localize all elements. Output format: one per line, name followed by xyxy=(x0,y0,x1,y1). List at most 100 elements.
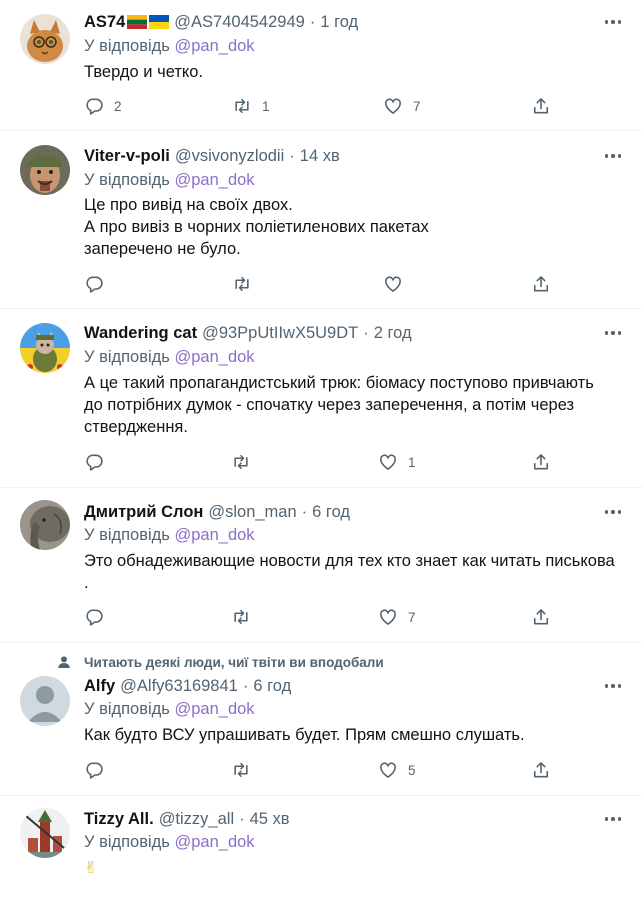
tweet[interactable]: Wandering cat @93PpUtIIwX5U9DT · 2 год У… xyxy=(0,309,643,488)
user-handle[interactable]: @slon_man xyxy=(208,503,296,522)
share-button[interactable] xyxy=(531,451,551,473)
retweet-icon xyxy=(234,762,248,778)
reply-icon xyxy=(86,454,103,471)
like-count: 1 xyxy=(408,454,416,470)
tweet-header: AS74 @AS7404542949 · 1 год xyxy=(84,11,358,33)
user-handle[interactable]: @93PpUtIIwX5U9DT xyxy=(202,324,358,343)
timestamp[interactable]: 14 хв xyxy=(300,147,340,166)
reply-button[interactable] xyxy=(84,451,114,473)
share-button[interactable] xyxy=(531,273,551,295)
share-button[interactable] xyxy=(531,606,551,628)
text-line: заперечено не було. xyxy=(84,240,241,258)
like-button[interactable]: 5 xyxy=(378,759,416,781)
reply-context: У відповідь @pan_dok xyxy=(84,833,255,852)
user-handle[interactable]: @tizzy_all xyxy=(159,810,234,829)
share-icon xyxy=(533,454,549,470)
retweet-icon xyxy=(235,276,249,292)
retweet-count: 1 xyxy=(262,98,270,114)
text-line: Твердо и четко. xyxy=(84,63,204,81)
reply-prefix: У відповідь xyxy=(84,37,170,55)
display-name[interactable]: Wandering cat xyxy=(84,324,197,343)
reply-button[interactable] xyxy=(84,606,114,628)
timestamp[interactable]: 45 хв xyxy=(250,810,290,829)
tweet[interactable]: Viter-v-poli @vsivonyzlodii · 14 хв У ві… xyxy=(0,131,643,309)
avatar[interactable] xyxy=(20,500,70,550)
reply-to-handle[interactable]: @pan_dok xyxy=(175,348,255,366)
share-icon xyxy=(533,762,549,778)
more-icon[interactable] xyxy=(601,147,625,165)
more-icon[interactable] xyxy=(601,677,625,695)
share-button[interactable] xyxy=(531,95,551,117)
reply-button[interactable] xyxy=(84,759,114,781)
reply-to-handle[interactable]: @pan_dok xyxy=(175,37,255,55)
retweet-icon xyxy=(234,454,248,470)
tweet[interactable]: AS74 @AS7404542949 · 1 год У відповідь @… xyxy=(0,0,643,131)
separator: · xyxy=(239,809,245,828)
like-count: 7 xyxy=(408,609,416,625)
display-name[interactable]: Tizzy All. xyxy=(84,810,154,829)
tweet[interactable]: Дмитрий Слон @slon_man · 6 год У відпові… xyxy=(0,488,643,643)
reply-count: 2 xyxy=(114,98,122,114)
like-icon xyxy=(380,762,396,778)
retweet-button[interactable] xyxy=(231,451,261,473)
text-line: Как будто ВСУ упрашивать будет. Прям сме… xyxy=(84,726,525,744)
tweet[interactable]: Tizzy All. @tizzy_all · 45 хв У відповід… xyxy=(0,796,643,898)
display-name[interactable]: AS74 xyxy=(84,13,125,32)
avatar[interactable] xyxy=(20,14,70,64)
text-line: Это обнадеживающие новости для тех кто з… xyxy=(84,552,615,570)
user-handle[interactable]: @AS7404542949 xyxy=(174,13,305,32)
like-icon xyxy=(380,609,396,625)
more-icon[interactable] xyxy=(601,324,625,342)
share-button[interactable] xyxy=(531,759,551,781)
display-name[interactable]: Viter-v-poli xyxy=(84,147,170,166)
reply-prefix: У відповідь xyxy=(84,526,170,544)
retweet-button[interactable] xyxy=(232,273,262,295)
retweet-button[interactable] xyxy=(231,606,261,628)
timestamp[interactable]: 2 год xyxy=(374,324,412,343)
reply-to-handle[interactable]: @pan_dok xyxy=(175,833,255,851)
separator: · xyxy=(309,12,316,31)
reply-to-handle[interactable]: @pan_dok xyxy=(175,700,255,718)
avatar[interactable] xyxy=(20,808,70,858)
reply-context: У відповідь @pan_dok xyxy=(84,700,255,719)
tweet-text: Это обнадеживающие новости для тех кто з… xyxy=(84,550,629,594)
reply-to-handle[interactable]: @pan_dok xyxy=(175,526,255,544)
avatar[interactable] xyxy=(20,323,70,373)
tweet-header: Viter-v-poli @vsivonyzlodii · 14 хв xyxy=(84,145,340,167)
like-count: 5 xyxy=(408,762,416,778)
reply-to-handle[interactable]: @pan_dok xyxy=(175,171,255,189)
retweet-button[interactable]: 1 xyxy=(232,95,270,117)
retweet-button[interactable] xyxy=(231,759,261,781)
text-line: до потрібних думок - спочатку через запе… xyxy=(84,396,575,414)
timestamp[interactable]: 1 год xyxy=(320,13,358,32)
avatar[interactable] xyxy=(20,676,70,726)
display-name[interactable]: Alfy xyxy=(84,677,115,696)
user-handle[interactable]: @vsivonyzlodii xyxy=(175,147,284,166)
timestamp[interactable]: 6 год xyxy=(312,503,350,522)
like-button[interactable]: 7 xyxy=(383,95,421,117)
user-handle[interactable]: @Alfy63169841 xyxy=(120,677,238,696)
display-name[interactable]: Дмитрий Слон xyxy=(84,503,203,522)
like-button[interactable]: 7 xyxy=(378,606,416,628)
more-icon[interactable] xyxy=(601,13,625,31)
social-context-text: Читають деякі люди, чиї твіти ви вподоба… xyxy=(84,654,384,670)
tweet-text: Це про вивід на своїх двох. А про вивіз … xyxy=(84,194,629,260)
like-icon xyxy=(380,454,396,470)
tweet-header: Wandering cat @93PpUtIIwX5U9DT · 2 год xyxy=(84,322,412,344)
reply-button[interactable] xyxy=(84,273,114,295)
ukraine-flag-icon xyxy=(149,15,170,29)
like-icon xyxy=(385,276,401,292)
share-icon xyxy=(533,609,549,625)
text-line: ствердження. xyxy=(84,418,188,436)
reply-button[interactable]: 2 xyxy=(84,95,122,117)
timestamp[interactable]: 6 год xyxy=(253,677,291,696)
tweet[interactable]: Читають деякі люди, чиї твіти ви вподоба… xyxy=(0,643,643,796)
text-line: . xyxy=(84,574,89,592)
more-icon[interactable] xyxy=(601,810,625,828)
separator: · xyxy=(301,502,308,521)
tweet-text: ✌ xyxy=(84,857,629,879)
more-icon[interactable] xyxy=(601,503,625,521)
avatar[interactable] xyxy=(20,145,70,195)
like-button[interactable]: 1 xyxy=(378,451,416,473)
like-button[interactable] xyxy=(383,273,413,295)
